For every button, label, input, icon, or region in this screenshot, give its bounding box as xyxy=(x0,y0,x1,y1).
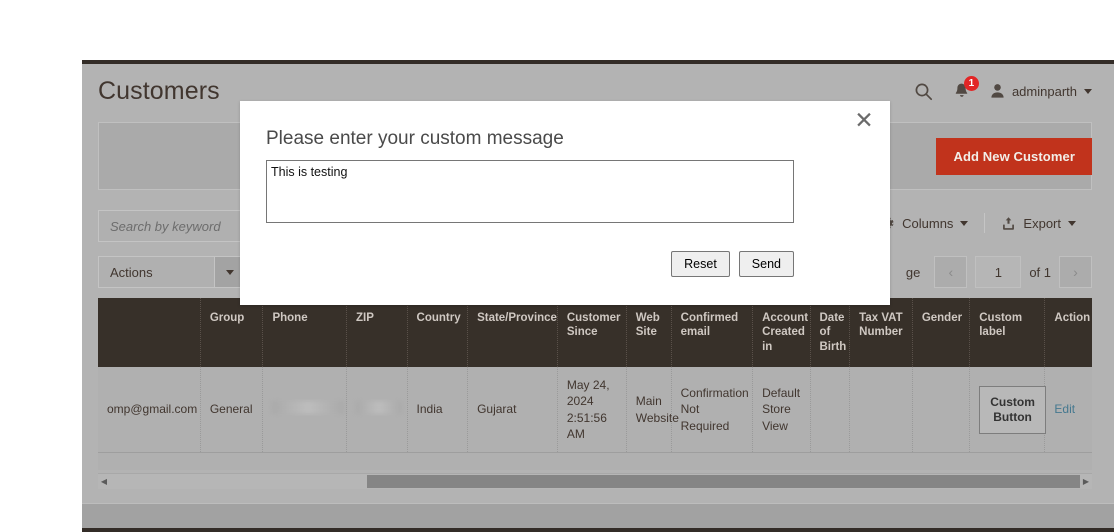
chevron-down-icon xyxy=(960,220,969,226)
cell-account-created-in: Default Store View xyxy=(752,367,811,453)
cell-confirmed-email: Confirmation Not Required xyxy=(671,367,754,453)
header-tools: 1 adminparth xyxy=(914,76,1092,101)
grid-horizontal-scrollbar[interactable]: ◀ ▶ xyxy=(98,473,1092,489)
export-upload-icon xyxy=(1003,216,1015,230)
admin-user-name: adminparth xyxy=(1011,83,1077,99)
pagination-page-input[interactable]: 1 xyxy=(975,256,1022,288)
pagination-prev-button[interactable]: ‹ xyxy=(934,256,968,288)
cell-web-site: Main Website xyxy=(626,367,679,453)
col-state-province[interactable]: State/Province xyxy=(467,298,558,368)
screenshot-stage: Customers 1 adminparth Add New Customer … xyxy=(0,0,1114,532)
pagination: ge ‹ 1 of 1 › xyxy=(906,256,1092,288)
cell-email: omp@gmail.com xyxy=(98,367,201,453)
grid-toolbar-right: Columns Export xyxy=(863,213,1092,233)
col-confirmed-email[interactable]: Confirmed email xyxy=(671,298,754,368)
cell-date-of-birth xyxy=(810,367,851,453)
user-icon xyxy=(991,84,1004,98)
table-row: omp@gmail.com General India Gujarat May … xyxy=(98,367,1092,453)
table-header-row: Group Phone ZIP Country State/Province C… xyxy=(98,298,1092,368)
col-tax-vat-number[interactable]: Tax VAT Number xyxy=(849,298,913,368)
edit-link[interactable]: Edit xyxy=(1054,402,1075,416)
modal-actions: Reset Send xyxy=(671,251,794,277)
col-phone[interactable]: Phone xyxy=(262,298,347,368)
page-footer xyxy=(82,503,1114,528)
col-custom-label[interactable]: Custom label xyxy=(969,298,1046,368)
chevron-down-icon xyxy=(1068,220,1076,226)
cell-tax-vat-number xyxy=(849,367,913,453)
close-icon[interactable]: ✕ xyxy=(851,108,877,134)
per-page-label: ge xyxy=(905,264,921,280)
cell-state-province: Gujarat xyxy=(467,367,558,453)
notification-badge: 1 xyxy=(963,76,979,91)
triangle-right-icon[interactable]: ▶ xyxy=(1080,477,1092,486)
redacted-phone xyxy=(272,401,345,415)
pagination-next-button[interactable]: › xyxy=(1059,256,1092,288)
redacted-zip xyxy=(355,401,402,415)
col-customer-since[interactable]: Customer Since xyxy=(557,298,627,368)
search-placeholder: Search by keyword xyxy=(110,218,221,234)
col-action: Action xyxy=(1044,298,1092,368)
cell-custom-label: Custom Button xyxy=(969,367,1046,453)
reset-button[interactable]: Reset xyxy=(671,251,730,277)
triangle-left-icon[interactable]: ◀ xyxy=(98,477,110,486)
cell-country: India xyxy=(407,367,469,453)
col-web-site[interactable]: Web Site xyxy=(626,298,672,368)
cell-customer-since: May 24, 2024 2:51:56 AM xyxy=(557,367,627,453)
cell-zip xyxy=(346,367,408,453)
col-zip[interactable]: ZIP xyxy=(346,298,408,368)
page-bottom-rule xyxy=(82,528,1114,532)
mass-actions-select[interactable]: Actions xyxy=(98,256,245,288)
mass-actions-label: Actions xyxy=(110,264,153,280)
export-control[interactable]: Export xyxy=(985,216,1092,231)
customers-grid: Group Phone ZIP Country State/Province C… xyxy=(98,298,1092,470)
notifications-button[interactable]: 1 xyxy=(953,76,979,100)
pagination-total-label: of 1 xyxy=(1029,264,1051,280)
custom-message-textarea[interactable] xyxy=(266,160,794,223)
cell-action: Edit xyxy=(1044,367,1092,453)
cell-gender xyxy=(912,367,971,453)
col-email[interactable] xyxy=(98,298,201,368)
modal-title: Please enter your custom message xyxy=(266,128,564,149)
add-new-customer-button[interactable]: Add New Customer xyxy=(936,138,1092,175)
col-group[interactable]: Group xyxy=(200,298,264,368)
cell-phone xyxy=(262,367,347,453)
cell-group: General xyxy=(200,367,264,453)
export-label: Export xyxy=(1023,215,1061,231)
scrollbar-thumb[interactable] xyxy=(367,475,1080,488)
col-date-of-birth[interactable]: Date of Birth xyxy=(810,298,851,368)
search-icon[interactable] xyxy=(914,82,933,101)
columns-label: Columns xyxy=(902,215,954,231)
custom-message-modal: ✕ Please enter your custom message Reset… xyxy=(240,101,890,305)
customers-table: Group Phone ZIP Country State/Province C… xyxy=(98,298,1092,453)
page-title: Customers xyxy=(98,76,220,105)
admin-user-menu[interactable]: adminparth xyxy=(990,83,1092,99)
col-gender[interactable]: Gender xyxy=(912,298,971,368)
chevron-down-icon xyxy=(1084,88,1092,94)
scrollbar-track[interactable] xyxy=(110,474,1080,489)
col-account-created-in[interactable]: Account Created in xyxy=(752,298,811,368)
col-country[interactable]: Country xyxy=(407,298,469,368)
custom-button[interactable]: Custom Button xyxy=(979,385,1046,434)
send-button[interactable]: Send xyxy=(738,251,794,277)
